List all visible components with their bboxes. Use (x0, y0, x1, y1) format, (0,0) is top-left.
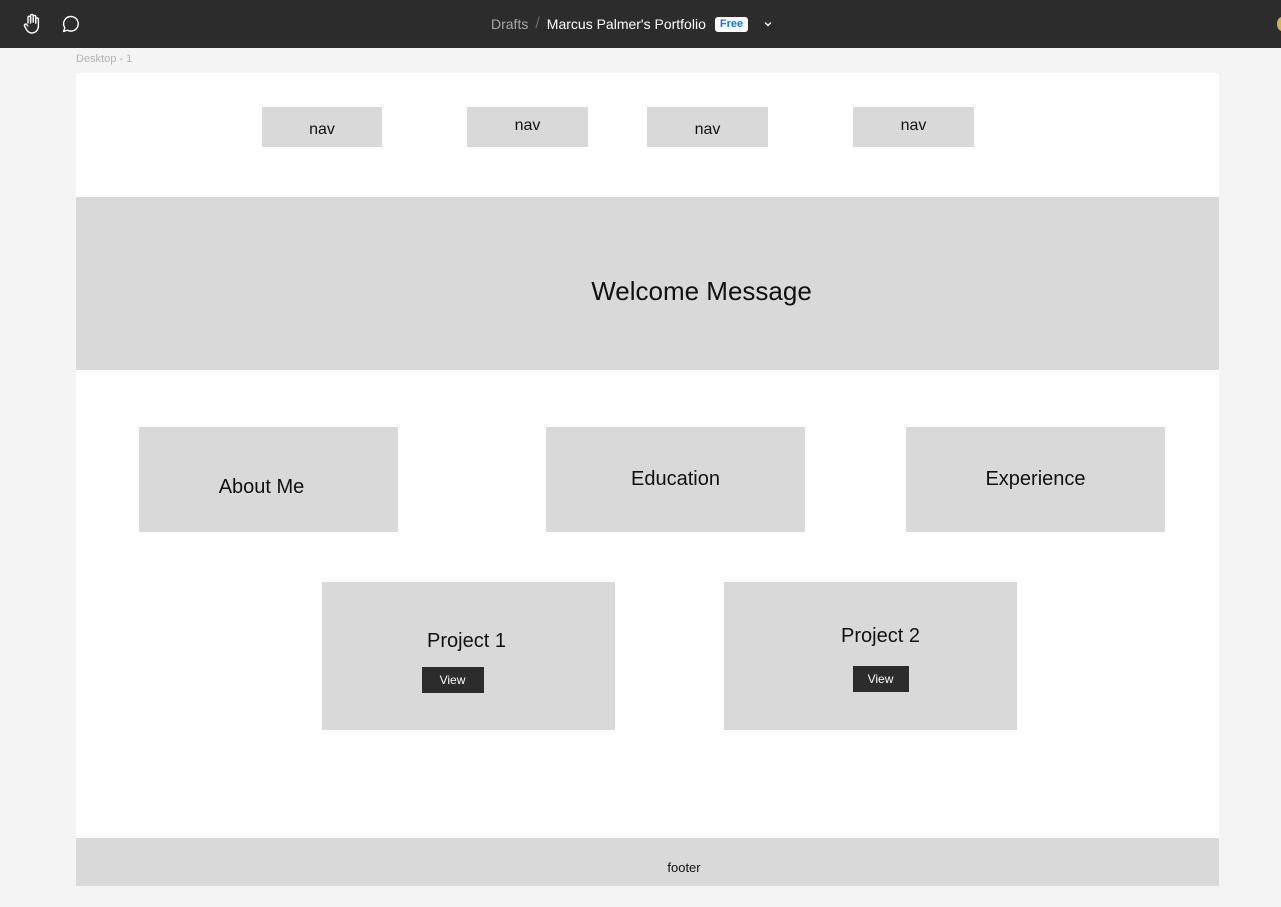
top-toolbar: Drafts / Marcus Palmer's Portfolio Free (0, 0, 1281, 48)
education-card[interactable]: Education (546, 427, 805, 532)
nav-item-label: nav (309, 120, 335, 138)
view-button[interactable]: View (852, 665, 909, 692)
card-title: About Me (218, 476, 305, 498)
avatar[interactable] (1277, 17, 1281, 31)
welcome-message: Welcome Message (591, 276, 812, 306)
footer: footer (76, 838, 1219, 886)
view-button[interactable]: View (421, 666, 484, 693)
nav-item-1[interactable]: nav (262, 107, 382, 147)
card-title: Experience (985, 468, 1086, 490)
nav-item-3[interactable]: nav (647, 107, 768, 147)
about-me-card[interactable]: About Me (139, 427, 398, 532)
breadcrumb: Drafts / Marcus Palmer's Portfolio Free (491, 0, 775, 48)
nav-item-4[interactable]: nav (853, 107, 974, 147)
footer-label: footer (667, 859, 701, 875)
breadcrumb-separator: / (535, 15, 540, 32)
project-title: Project 2 (841, 624, 920, 647)
nav-item-label: nav (694, 120, 721, 138)
nav-item-label: nav (514, 117, 541, 134)
frame-label[interactable]: Desktop - 1 (76, 53, 132, 65)
chevron-down-icon[interactable] (761, 17, 775, 31)
hand-icon[interactable] (20, 12, 44, 36)
nav-item-2[interactable]: nav (467, 107, 588, 147)
comment-icon[interactable] (59, 12, 83, 36)
file-name[interactable]: Marcus Palmer's Portfolio (547, 16, 706, 32)
project-title: Project 1 (427, 629, 506, 652)
hero-banner: Welcome Message (76, 197, 1219, 370)
card-title: Education (631, 468, 720, 490)
plan-badge: Free (714, 16, 749, 32)
desktop-frame: nav nav nav nav Welcome Message About Me… (76, 73, 1219, 886)
breadcrumb-drafts[interactable]: Drafts (491, 16, 528, 32)
project-card-2: Project 2 View (724, 582, 1017, 730)
project-card-1: Project 1 View (322, 582, 615, 730)
nav-item-label: nav (900, 117, 927, 134)
experience-card[interactable]: Experience (906, 427, 1165, 532)
